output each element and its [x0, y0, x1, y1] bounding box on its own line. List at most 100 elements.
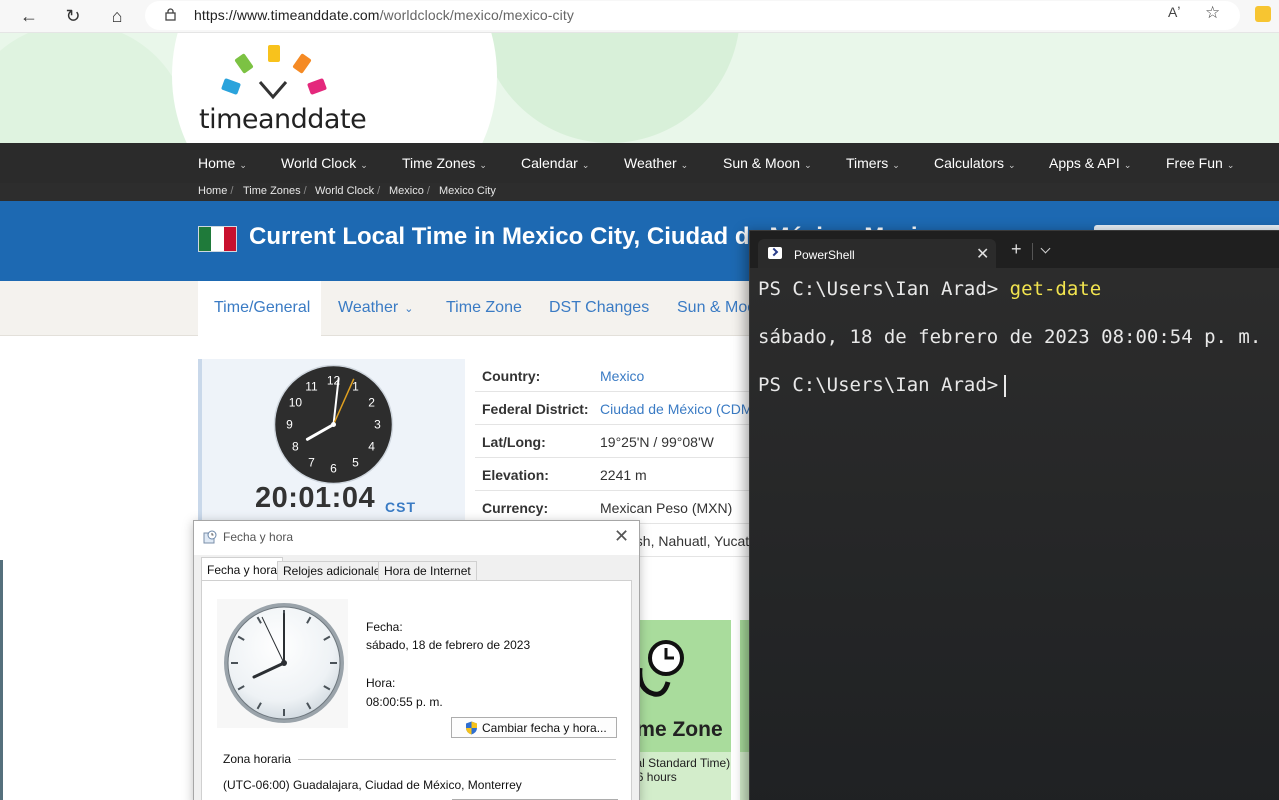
breadcrumb-label: Mexico City	[439, 185, 496, 197]
info-link[interactable]: Ciudad de México (CDMX)	[600, 401, 767, 417]
nav-label: Free Fun	[1166, 155, 1223, 171]
chevron-down-icon: ⌄	[1008, 160, 1016, 170]
tab-hora-de-internet[interactable]: Hora de Internet	[378, 561, 477, 581]
dialog-title: Fecha y hora	[223, 530, 294, 544]
dialog-titlebar[interactable]: Fecha y hora ✕	[194, 521, 639, 555]
nav-label: Apps & API	[1049, 155, 1120, 171]
nav-time-zones[interactable]: Time Zones ⌄	[402, 155, 487, 171]
info-key: Country:	[482, 368, 541, 384]
nav-sun-moon[interactable]: Sun & Moon ⌄	[723, 155, 812, 171]
nav-weather[interactable]: Weather ⌄	[624, 155, 688, 171]
terminal-tab[interactable]: PowerShell ✕	[758, 239, 996, 268]
favorite-star-icon[interactable]: ☆	[1205, 3, 1220, 23]
flag-stripe	[223, 227, 236, 251]
change-button-label: Cambiar fecha y hora...	[482, 721, 607, 735]
clock-number: 3	[374, 418, 381, 432]
breadcrumb-item[interactable]: Mexico /	[389, 185, 430, 197]
url-text: https://www.timeanddate.com/worldclock/m…	[194, 7, 574, 23]
breadcrumb-item[interactable]: Time Zones /	[243, 185, 307, 197]
info-key: Currency:	[482, 500, 549, 516]
clock-number: 8	[292, 440, 299, 454]
analog-clock: 1234567891011 12	[273, 364, 394, 485]
header-decoration	[480, 33, 740, 143]
breadcrumb: Home / Time Zones / World Clock / Mexico / M…	[0, 183, 1279, 201]
nav-label: World Clock	[281, 155, 357, 171]
time-zone-abbr[interactable]: CST	[385, 499, 416, 515]
tab-label: Weather	[338, 299, 399, 316]
nav-calendar[interactable]: Calendar ⌄	[521, 155, 589, 171]
fecha-value: sábado, 18 de febrero de 2023	[366, 638, 531, 652]
terminal-output: sábado, 18 de febrero de 2023 08:00:54 p…	[758, 326, 1262, 348]
tab-dst-changes[interactable]: DST Changes	[549, 299, 649, 317]
address-bar[interactable]: https://www.timeanddate.com/worldclock/m…	[145, 1, 1240, 30]
time-zone-icon	[637, 640, 684, 697]
terminal-line: PS C:\Users\Ian Arad> get-date	[758, 278, 1101, 300]
back-icon[interactable]: ←	[16, 4, 42, 28]
nav-label: Weather	[624, 155, 677, 171]
refresh-icon[interactable]: ↻	[60, 4, 86, 28]
info-key: Federal District:	[482, 401, 589, 417]
extension-icon[interactable]	[1255, 6, 1271, 22]
close-icon[interactable]: ✕	[614, 526, 629, 547]
breadcrumb-item[interactable]: Mexico City	[439, 185, 496, 197]
flag-stripe	[199, 227, 212, 251]
date-time-app-icon	[203, 530, 217, 544]
terminal-command: get-date	[1009, 278, 1102, 300]
nav-timers[interactable]: Timers ⌄	[846, 155, 900, 171]
url-path: /worldclock/mexico/mexico-city	[379, 7, 574, 23]
nav-label: Calculators	[934, 155, 1005, 171]
mexico-flag-icon	[198, 226, 237, 252]
new-tab-plus-icon[interactable]: +	[1011, 240, 1022, 258]
breadcrumb-label: World Clock	[315, 185, 375, 197]
chevron-down-icon: ⌄	[479, 160, 487, 170]
clock-number: 4	[368, 440, 375, 454]
zona-horaria-value: (UTC-06:00) Guadalajara, Ciudad de Méxic…	[223, 778, 522, 792]
info-value: 2241 m	[600, 467, 647, 483]
nav-label: Home	[198, 155, 236, 171]
dialog-clock-box	[217, 599, 348, 728]
tab-time-zone[interactable]: Time Zone	[446, 299, 522, 317]
nav-label: Sun & Moon	[723, 155, 801, 171]
tab-relojes-adicionales[interactable]: Relojes adicionales	[277, 561, 393, 581]
close-icon[interactable]: ✕	[976, 244, 989, 264]
clock-center	[331, 422, 336, 427]
date-time-dialog: Fecha y hora ✕ Fecha y hora Relojes adic…	[193, 520, 640, 800]
hora-value: 08:00:55 p. m.	[366, 695, 443, 709]
home-icon[interactable]: ⌂	[104, 4, 130, 28]
terminal-prompt: PS C:\Users\Ian Arad>	[758, 374, 999, 396]
logo-petal	[268, 45, 280, 62]
breadcrumb-label: Mexico	[389, 185, 424, 197]
nav-world-clock[interactable]: World Clock ⌄	[281, 155, 368, 171]
url-host: https://www.timeanddate.com	[194, 7, 380, 23]
info-value: 19°25'N / 99°08'W	[600, 434, 714, 450]
powershell-window: PowerShell ✕ + PS C:\Users\Ian Arad> get…	[749, 230, 1279, 800]
tab-fecha-y-hora[interactable]: Fecha y hora	[201, 557, 284, 581]
lock-icon	[165, 8, 176, 21]
breadcrumb-separator: /	[426, 185, 430, 197]
chevron-down-icon: ⌄	[680, 160, 689, 170]
site-header: timeanddate	[0, 33, 1279, 143]
breadcrumb-label: Time Zones	[243, 185, 301, 197]
info-key: Lat/Long:	[482, 434, 546, 450]
breadcrumb-label: Home	[198, 185, 228, 197]
clock-number: 10	[289, 396, 303, 410]
tab-weather[interactable]: Weather ⌄	[338, 299, 413, 317]
nav-apps-api[interactable]: Apps & API ⌄	[1049, 155, 1131, 171]
nav-free-fun[interactable]: Free Fun ⌄	[1166, 155, 1234, 171]
chevron-down-icon: ⌄	[581, 160, 590, 170]
chevron-down-icon: ⌄	[239, 160, 247, 170]
read-aloud-icon[interactable]: Aʼ	[1168, 4, 1180, 20]
tab-time-general[interactable]: Time/General	[214, 299, 310, 317]
nav-home[interactable]: Home ⌄	[198, 155, 247, 171]
info-row-elevation: Elevation: 2241 m	[475, 458, 755, 491]
clock-number: 6	[330, 462, 337, 476]
breadcrumb-item[interactable]: World Clock /	[315, 185, 380, 197]
terminal-body[interactable]: PS C:\Users\Ian Arad> get-date sábado, 1…	[750, 268, 1279, 800]
change-date-time-button[interactable]: Cambiar fecha y hora...	[451, 717, 617, 738]
nav-label: Time Zones	[402, 155, 476, 171]
chevron-down-icon[interactable]	[1040, 243, 1051, 254]
nav-calculators[interactable]: Calculators ⌄	[934, 155, 1016, 171]
clock-number: 9	[286, 418, 293, 432]
breadcrumb-item[interactable]: Home /	[198, 185, 233, 197]
info-link[interactable]: Mexico	[600, 368, 644, 384]
